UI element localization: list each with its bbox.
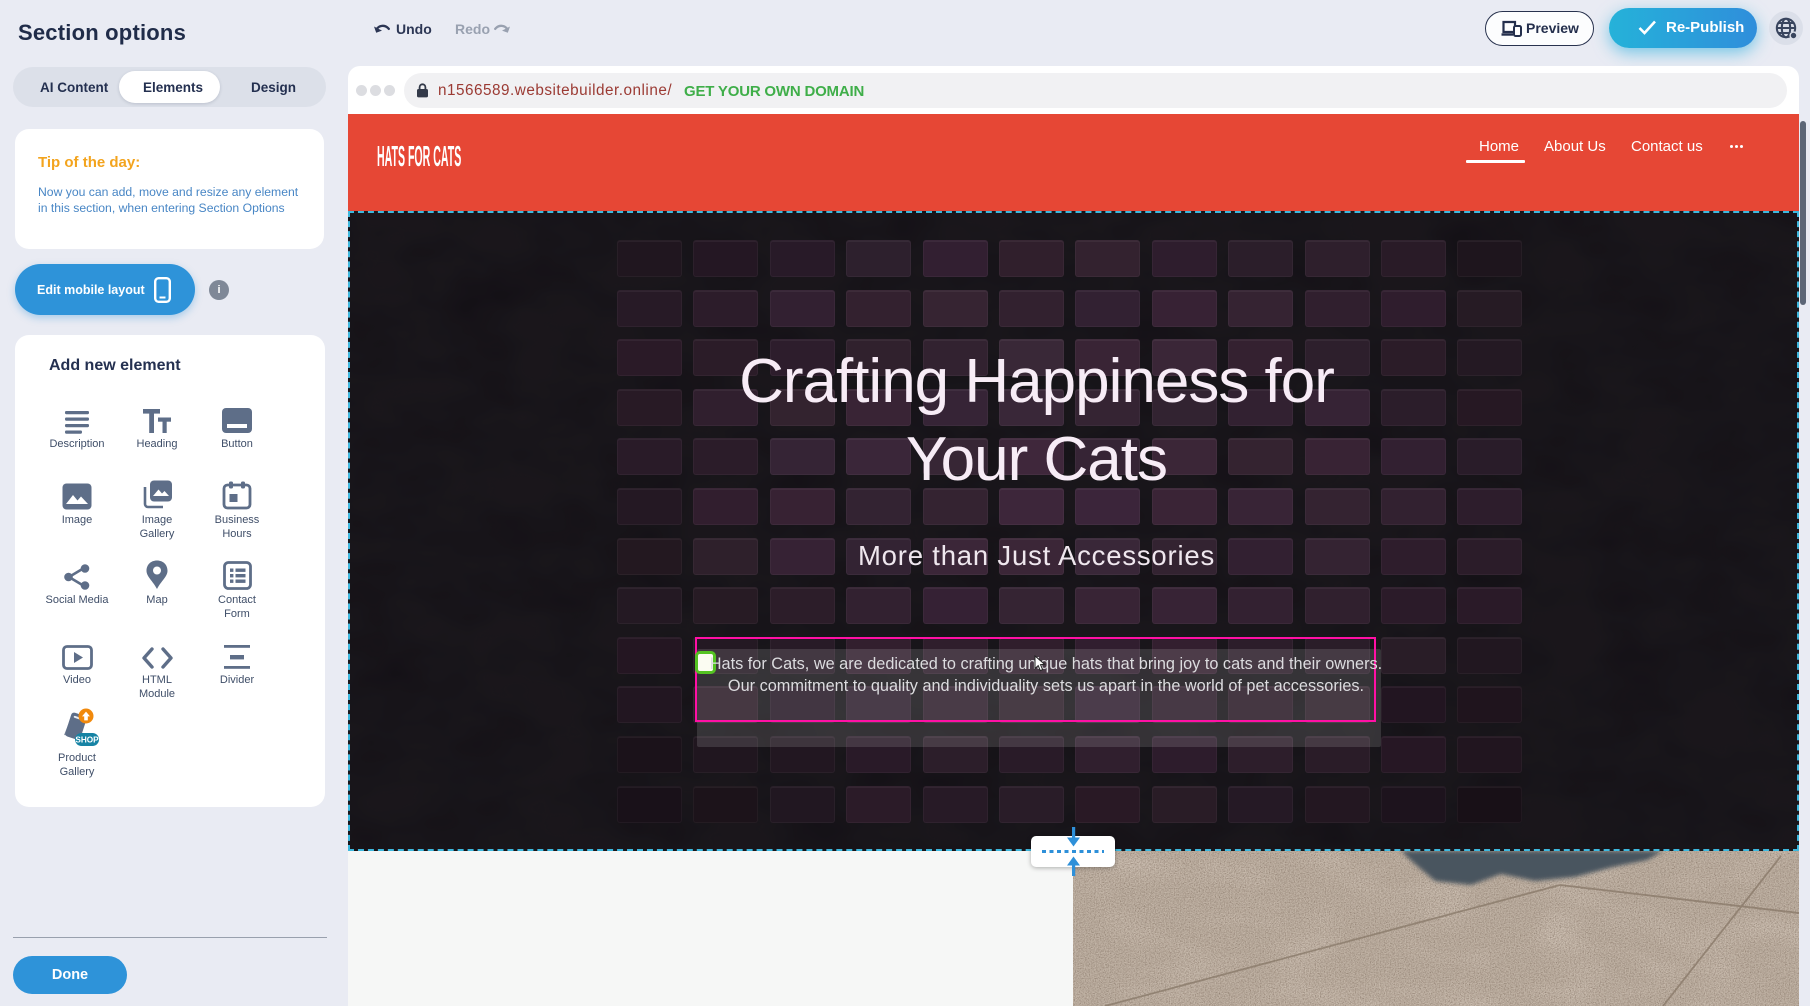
svg-text:SHOP: SHOP [75, 736, 99, 745]
